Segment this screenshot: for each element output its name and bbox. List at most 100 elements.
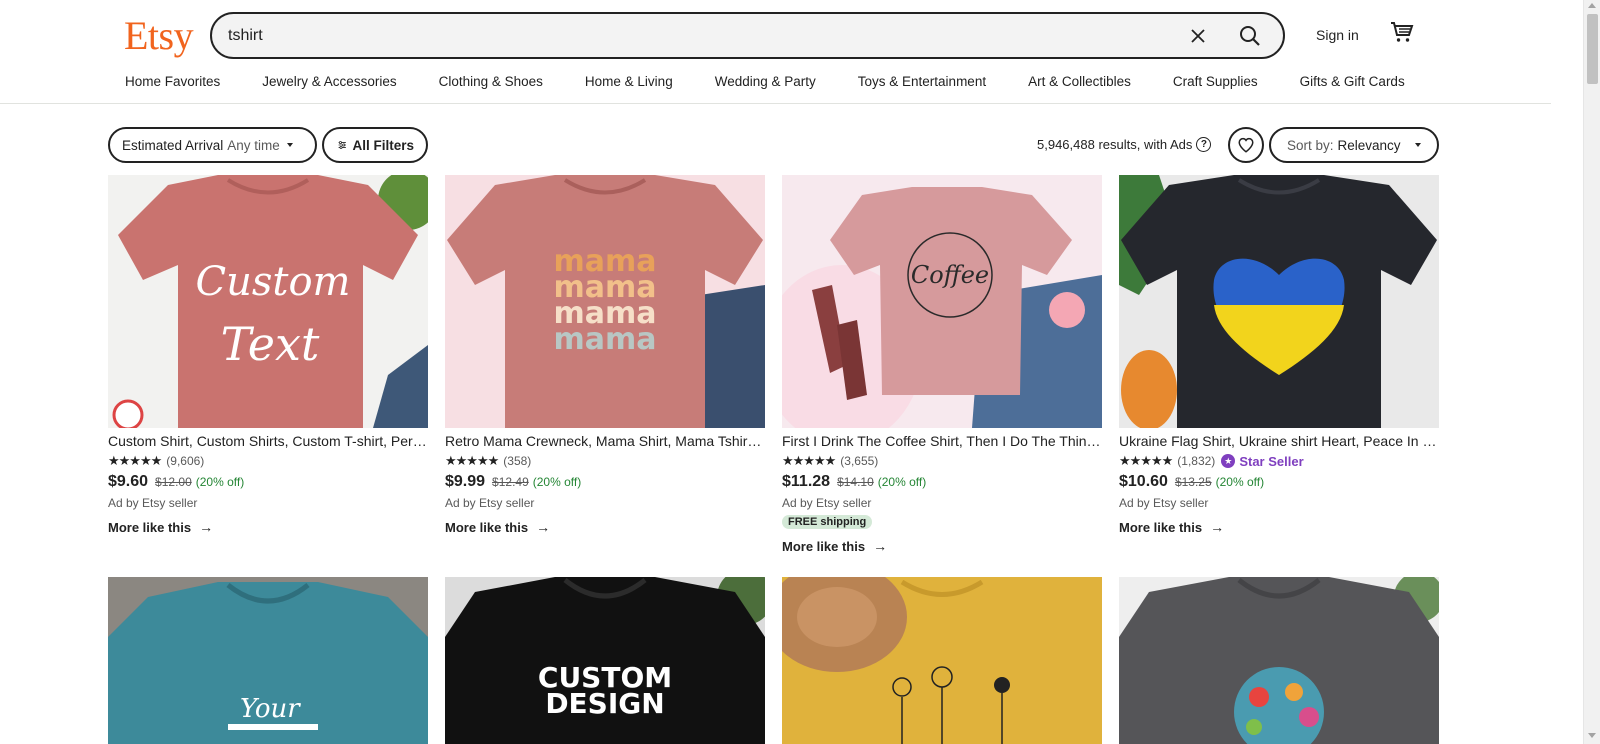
product-title[interactable]: Custom Shirt, Custom Shirts, Custom T-sh… bbox=[108, 433, 428, 449]
discount: (20% off) bbox=[532, 475, 582, 489]
all-filters-button[interactable]: All Filters bbox=[322, 127, 428, 163]
arrow-right-icon: → bbox=[536, 519, 551, 535]
original-price: $12.49 bbox=[492, 475, 529, 489]
sort-value: Relevancy bbox=[1337, 137, 1401, 153]
star-seller-badge: ★ Star Seller bbox=[1221, 453, 1304, 469]
product-card[interactable]: mama mama mama mama Retro Mama Crewneck,… bbox=[445, 175, 765, 535]
ads-info-icon[interactable]: ? bbox=[1196, 137, 1212, 152]
ad-label: Ad by Etsy seller bbox=[445, 496, 535, 510]
save-search-heart-button[interactable] bbox=[1228, 127, 1264, 163]
product-card[interactable] bbox=[782, 577, 1102, 744]
category-link[interactable]: Jewelry & Accessories bbox=[262, 74, 396, 89]
category-link[interactable]: Craft Supplies bbox=[1173, 74, 1258, 89]
shirt-graphic-text: DESIGN bbox=[545, 687, 664, 720]
category-link[interactable]: Clothing & Shoes bbox=[439, 74, 543, 89]
product-card[interactable] bbox=[1119, 577, 1439, 744]
shirt-graphic-text: Coffee bbox=[911, 261, 989, 289]
all-filters-label: All Filters bbox=[352, 137, 414, 153]
filter-sliders-icon bbox=[338, 141, 346, 149]
product-image[interactable]: Custom Text bbox=[108, 175, 428, 428]
product-price: $11.28 $14.10 (20% off) bbox=[782, 473, 1102, 491]
product-title[interactable]: Retro Mama Crewneck, Mama Shirt, Mama Ts… bbox=[445, 433, 765, 449]
ad-label: Ad by Etsy seller bbox=[108, 496, 198, 510]
category-nav: Home Favorites Jewelry & Accessories Clo… bbox=[125, 74, 1447, 89]
shirt-graphic-text: Text bbox=[221, 317, 320, 371]
sort-label: Sort by: bbox=[1287, 137, 1334, 153]
vertical-scrollbar[interactable] bbox=[1583, 0, 1600, 744]
clear-search-icon[interactable] bbox=[1184, 22, 1212, 50]
review-count: (3,655) bbox=[840, 454, 879, 468]
product-rating: ★★★★★ (3,655) bbox=[782, 453, 1102, 469]
more-like-this-label: More like this bbox=[445, 519, 529, 535]
category-link[interactable]: Gifts & Gift Cards bbox=[1300, 74, 1405, 89]
discount: (20% off) bbox=[195, 475, 245, 489]
product-price: $9.99 $12.49 (20% off) bbox=[445, 473, 765, 491]
shirt-graphic-text: mama bbox=[553, 322, 656, 357]
product-price: $10.60 $13.25 (20% off) bbox=[1119, 473, 1439, 491]
search-input[interactable] bbox=[228, 24, 1168, 48]
product-card[interactable]: Custom Text Custom Shirt, Custom Shirts,… bbox=[108, 175, 428, 535]
results-count: 5,946,488 results, with Ads ? bbox=[1037, 137, 1212, 152]
product-card[interactable]: Your bbox=[108, 577, 428, 744]
product-image[interactable] bbox=[782, 577, 1102, 744]
product-title[interactable]: Ukraine Flag Shirt, Ukraine shirt Heart,… bbox=[1119, 433, 1439, 449]
original-price: $14.10 bbox=[837, 475, 874, 489]
free-shipping-badge: FREE shipping bbox=[782, 515, 873, 529]
more-like-this-link[interactable]: More like this → bbox=[782, 538, 1102, 554]
original-price: $13.25 bbox=[1174, 475, 1212, 489]
product-image[interactable] bbox=[1119, 577, 1439, 744]
sale-price: $9.99 bbox=[445, 473, 486, 490]
category-link[interactable]: Toys & Entertainment bbox=[858, 74, 986, 89]
product-title[interactable]: First I Drink The Coffee Shirt, Then I D… bbox=[782, 433, 1102, 449]
arrow-right-icon: → bbox=[1210, 519, 1225, 535]
cart-icon[interactable] bbox=[1390, 20, 1416, 46]
scroll-down-arrow-icon[interactable] bbox=[1588, 733, 1596, 738]
ad-label: Ad by Etsy seller bbox=[1119, 496, 1209, 510]
scrollbar-thumb[interactable] bbox=[1587, 14, 1598, 84]
product-card[interactable]: Ukraine Flag Shirt, Ukraine shirt Heart,… bbox=[1119, 175, 1439, 535]
etsy-logo[interactable]: Etsy bbox=[124, 12, 194, 59]
product-card[interactable]: CUSTOM DESIGN bbox=[445, 577, 765, 744]
category-link[interactable]: Wedding & Party bbox=[715, 74, 816, 89]
site-header: Etsy Sign in Home Favorites Jewelry & Ac… bbox=[0, 0, 1551, 104]
discount: (20% off) bbox=[877, 475, 927, 489]
category-link[interactable]: Art & Collectibles bbox=[1028, 74, 1131, 89]
product-image[interactable] bbox=[1119, 175, 1439, 428]
product-image[interactable]: mama mama mama mama bbox=[445, 175, 765, 428]
product-card[interactable]: Coffee First I Drink The Coffee Shirt, T… bbox=[782, 175, 1102, 554]
product-rating: ★★★★★ (1,832) ★ Star Seller bbox=[1119, 453, 1439, 469]
product-image[interactable]: Coffee bbox=[782, 175, 1102, 428]
estimated-arrival-dropdown[interactable]: Estimated Arrival Any time bbox=[108, 127, 317, 163]
arrival-value: Any time bbox=[227, 137, 280, 153]
product-rating: ★★★★★ (358) bbox=[445, 453, 765, 469]
sort-dropdown[interactable]: Sort by: Relevancy bbox=[1269, 127, 1439, 163]
sale-price: $11.28 bbox=[782, 473, 831, 490]
sign-in-link[interactable]: Sign in bbox=[1316, 27, 1359, 43]
more-like-this-link[interactable]: More like this → bbox=[108, 519, 428, 535]
star-rating-icon: ★★★★★ bbox=[1119, 453, 1173, 468]
product-price: $9.60 $12.00 (20% off) bbox=[108, 473, 428, 491]
shirt-graphic-text: Custom bbox=[196, 259, 351, 305]
arrival-label: Estimated Arrival bbox=[122, 137, 224, 153]
star-seller-label: Star Seller bbox=[1239, 453, 1304, 469]
category-link[interactable]: Home & Living bbox=[585, 74, 673, 89]
product-image[interactable]: Your bbox=[108, 577, 428, 744]
arrow-right-icon: → bbox=[873, 538, 888, 554]
more-like-this-link[interactable]: More like this → bbox=[1119, 519, 1439, 535]
review-count: (1,832) bbox=[1177, 454, 1216, 468]
sale-price: $9.60 bbox=[108, 473, 149, 490]
caret-down-icon bbox=[286, 143, 293, 147]
original-price: $12.00 bbox=[155, 475, 192, 489]
star-seller-icon: ★ bbox=[1221, 454, 1236, 468]
product-image[interactable]: CUSTOM DESIGN bbox=[445, 577, 765, 744]
results-text: 5,946,488 results, with Ads bbox=[1037, 137, 1193, 152]
star-rating-icon: ★★★★★ bbox=[108, 453, 162, 468]
search-icon[interactable] bbox=[1234, 20, 1266, 52]
sale-price: $10.60 bbox=[1119, 473, 1168, 490]
scroll-up-arrow-icon[interactable] bbox=[1588, 3, 1596, 8]
shirt-graphic-text: Your bbox=[240, 694, 301, 724]
star-rating-icon: ★★★★★ bbox=[782, 453, 836, 468]
review-count: (9,606) bbox=[166, 454, 205, 468]
category-link[interactable]: Home Favorites bbox=[125, 74, 220, 89]
more-like-this-link[interactable]: More like this → bbox=[445, 519, 765, 535]
